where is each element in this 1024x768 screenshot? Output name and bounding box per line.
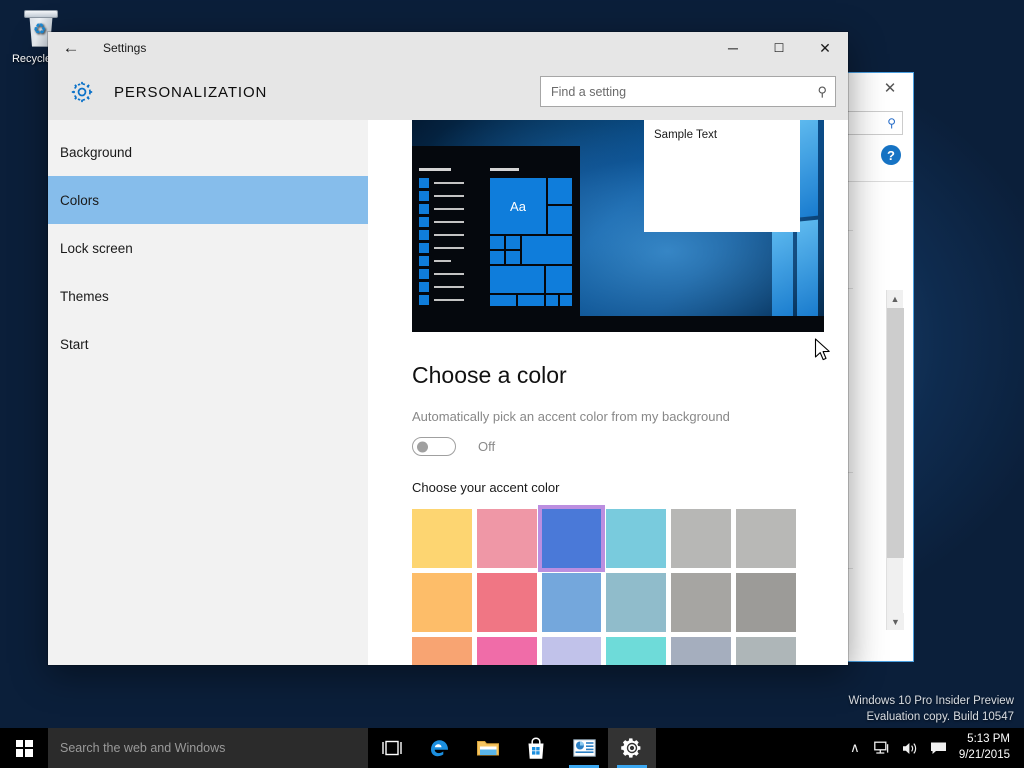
scroll-down-icon[interactable]: ▼ xyxy=(887,613,904,630)
sidebar-item-label: Themes xyxy=(60,288,109,304)
accent-swatch[interactable] xyxy=(736,573,796,632)
search-input[interactable] xyxy=(551,84,818,99)
help-icon[interactable]: ? xyxy=(881,145,901,165)
network-icon[interactable] xyxy=(869,728,897,768)
window-title: Settings xyxy=(103,41,147,55)
file-explorer-icon[interactable] xyxy=(464,728,512,768)
sidebar-item-themes[interactable]: Themes xyxy=(48,272,368,320)
scrollbar-thumb[interactable] xyxy=(887,308,904,558)
clock-time: 5:13 PM xyxy=(967,733,1010,746)
accent-swatch[interactable] xyxy=(476,509,537,568)
accent-swatch[interactable] xyxy=(606,509,667,568)
settings-content-pane: Aa Sample Text Choose a color Automatica… xyxy=(368,120,848,665)
preview-start-menu: Aa xyxy=(412,146,580,316)
accent-swatch[interactable] xyxy=(541,637,602,665)
windows-logo-icon xyxy=(15,739,33,757)
store-icon[interactable] xyxy=(512,728,560,768)
accent-swatch[interactable] xyxy=(412,573,472,632)
back-icon[interactable]: ← xyxy=(48,32,94,64)
accent-swatch[interactable] xyxy=(671,573,732,632)
preview-taskbar xyxy=(412,316,824,332)
start-button[interactable] xyxy=(0,728,48,768)
section-heading: Choose a color xyxy=(412,362,567,388)
accent-swatch-selected[interactable] xyxy=(537,505,606,572)
search-icon: ⚲ xyxy=(887,116,896,130)
desktop[interactable]: ♻ Recycle Bin ✕ ⚲ ? ine ver ▲ xyxy=(0,0,1024,768)
settings-header: PERSONALIZATION ⚲ xyxy=(48,64,848,120)
scroll-up-icon[interactable]: ▲ xyxy=(887,290,903,307)
background-window-scrollbar[interactable]: ▲ ▼ xyxy=(886,290,904,630)
accent-swatch[interactable] xyxy=(541,573,602,632)
gear-icon xyxy=(66,76,98,108)
task-view-icon[interactable] xyxy=(368,728,416,768)
watermark-line-2: Evaluation copy. Build 10547 xyxy=(866,711,1014,724)
sidebar-item-start[interactable]: Start xyxy=(48,320,368,368)
search-icon[interactable]: ⚲ xyxy=(817,84,827,100)
accent-color-grid xyxy=(412,505,796,665)
preview-sample-text: Sample Text xyxy=(654,129,718,141)
edge-icon[interactable] xyxy=(416,728,464,768)
sidebar-item-label: Colors xyxy=(60,192,100,208)
preview-tile-grid: Aa xyxy=(490,168,572,306)
system-tray: ∧ 5:13 PM 9/21/2015 xyxy=(841,728,1024,768)
theme-preview: Aa Sample Text xyxy=(412,120,824,332)
auto-accent-toggle[interactable] xyxy=(412,437,456,456)
settings-window[interactable]: ← Settings ─ ☐ ✕ PERSONALIZATION ⚲ xyxy=(48,32,848,665)
search-input-wrapper[interactable]: ⚲ xyxy=(540,76,836,107)
close-icon[interactable]: ✕ xyxy=(802,32,848,64)
toggle-state-label: Off xyxy=(478,439,496,454)
preview-app-list xyxy=(419,168,479,308)
accent-swatch[interactable] xyxy=(671,637,732,665)
settings-titlebar[interactable]: ← Settings ─ ☐ ✕ xyxy=(48,32,848,64)
minimize-icon[interactable]: ─ xyxy=(710,32,756,64)
accent-swatch[interactable] xyxy=(736,637,796,665)
sidebar-item-label: Lock screen xyxy=(60,240,133,256)
taskbar-clock[interactable]: 5:13 PM 9/21/2015 xyxy=(953,732,1018,763)
accent-swatch[interactable] xyxy=(736,509,796,568)
preview-tile-aa: Aa xyxy=(490,178,546,234)
page-title: PERSONALIZATION xyxy=(114,83,268,101)
accent-swatch[interactable] xyxy=(606,637,667,665)
accent-swatch[interactable] xyxy=(476,573,537,632)
taskbar-search-placeholder: Search the web and Windows xyxy=(60,741,226,755)
volume-icon[interactable] xyxy=(897,728,925,768)
accent-swatch[interactable] xyxy=(606,573,667,632)
toggle-knob xyxy=(417,441,428,452)
auto-accent-label: Automatically pick an accent color from … xyxy=(412,409,730,424)
maximize-icon[interactable]: ☐ xyxy=(756,32,802,64)
watermark-line-1: Windows 10 Pro Insider Preview xyxy=(848,694,1014,707)
sidebar-item-colors[interactable]: Colors xyxy=(48,176,368,224)
settings-gear-icon[interactable] xyxy=(608,728,656,768)
accent-swatch[interactable] xyxy=(476,637,537,665)
control-panel-icon[interactable] xyxy=(560,728,608,768)
clock-date: 9/21/2015 xyxy=(958,749,1010,761)
accent-swatch[interactable] xyxy=(671,509,732,568)
accent-color-label: Choose your accent color xyxy=(412,480,560,495)
sidebar-item-label: Background xyxy=(60,144,133,160)
settings-sidebar: Background Colors Lock screen Themes Sta… xyxy=(48,120,368,665)
evaluation-watermark: Windows 10 Pro Insider Preview Evaluatio… xyxy=(848,693,1014,726)
preview-tile-label: Aa xyxy=(510,198,526,214)
taskbar-search-box[interactable]: Search the web and Windows xyxy=(48,728,368,768)
preview-sample-window: Sample Text xyxy=(644,120,800,232)
sidebar-item-label: Start xyxy=(60,336,89,352)
taskbar: Search the web and Windows ∧ 5:13 PM 9/2… xyxy=(0,728,1024,768)
accent-swatch[interactable] xyxy=(412,509,472,568)
sidebar-item-background[interactable]: Background xyxy=(48,128,368,176)
auto-accent-row: Off xyxy=(412,437,848,456)
close-icon[interactable]: ✕ xyxy=(867,73,913,103)
window-controls: ─ ☐ ✕ xyxy=(710,32,848,64)
action-center-icon[interactable] xyxy=(925,728,953,768)
sidebar-item-lock-screen[interactable]: Lock screen xyxy=(48,224,368,272)
accent-swatch[interactable] xyxy=(412,637,472,665)
settings-body: Background Colors Lock screen Themes Sta… xyxy=(48,120,848,665)
chevron-up-icon[interactable]: ∧ xyxy=(841,728,869,768)
